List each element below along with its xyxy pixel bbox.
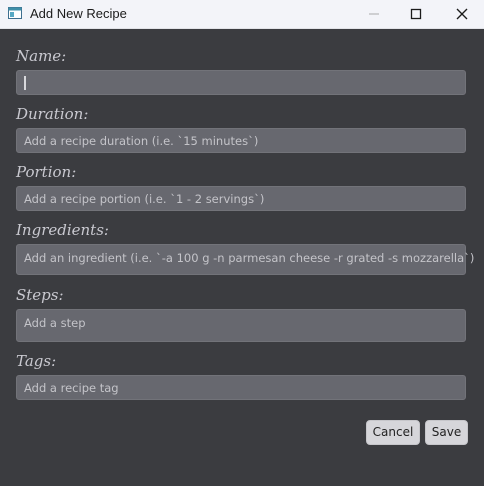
name-label: Name: (16, 47, 67, 65)
add-recipe-window: Add New Recipe Name: Duration: Add a rec… (0, 0, 484, 486)
app-window-icon (8, 7, 22, 19)
save-button[interactable]: Save (425, 420, 468, 445)
maximize-button[interactable] (394, 0, 438, 28)
cancel-button[interactable]: Cancel (366, 420, 420, 445)
ingredients-label: Ingredients: (16, 221, 109, 239)
name-input[interactable] (16, 70, 466, 95)
tags-input[interactable]: Add a recipe tag (16, 375, 466, 400)
duration-input[interactable]: Add a recipe duration (i.e. `15 minutes`… (16, 128, 466, 153)
tags-placeholder: Add a recipe tag (24, 381, 119, 395)
portion-input[interactable]: Add a recipe portion (i.e. `1 - 2 servin… (16, 186, 466, 211)
window-title: Add New Recipe (30, 6, 127, 21)
steps-placeholder: Add a step (24, 316, 86, 330)
steps-input[interactable]: Add a step (16, 309, 466, 342)
minimize-button[interactable] (352, 0, 396, 28)
maximize-icon (410, 8, 422, 20)
title-bar[interactable]: Add New Recipe (0, 0, 484, 29)
minimize-icon (369, 13, 379, 15)
portion-label: Portion: (16, 163, 77, 181)
close-icon (456, 8, 468, 20)
portion-placeholder: Add a recipe portion (i.e. `1 - 2 servin… (24, 192, 265, 206)
duration-placeholder: Add a recipe duration (i.e. `15 minutes`… (24, 134, 259, 148)
ingredients-input[interactable]: Add an ingredient (i.e. `-a 100 g -n par… (16, 244, 474, 275)
tags-label: Tags: (16, 352, 57, 370)
duration-label: Duration: (16, 105, 89, 123)
ingredients-placeholder: Add an ingredient (i.e. `-a 100 g -n par… (24, 251, 475, 265)
close-button[interactable] (440, 0, 484, 28)
steps-label: Steps: (16, 286, 64, 304)
text-caret (24, 76, 26, 90)
